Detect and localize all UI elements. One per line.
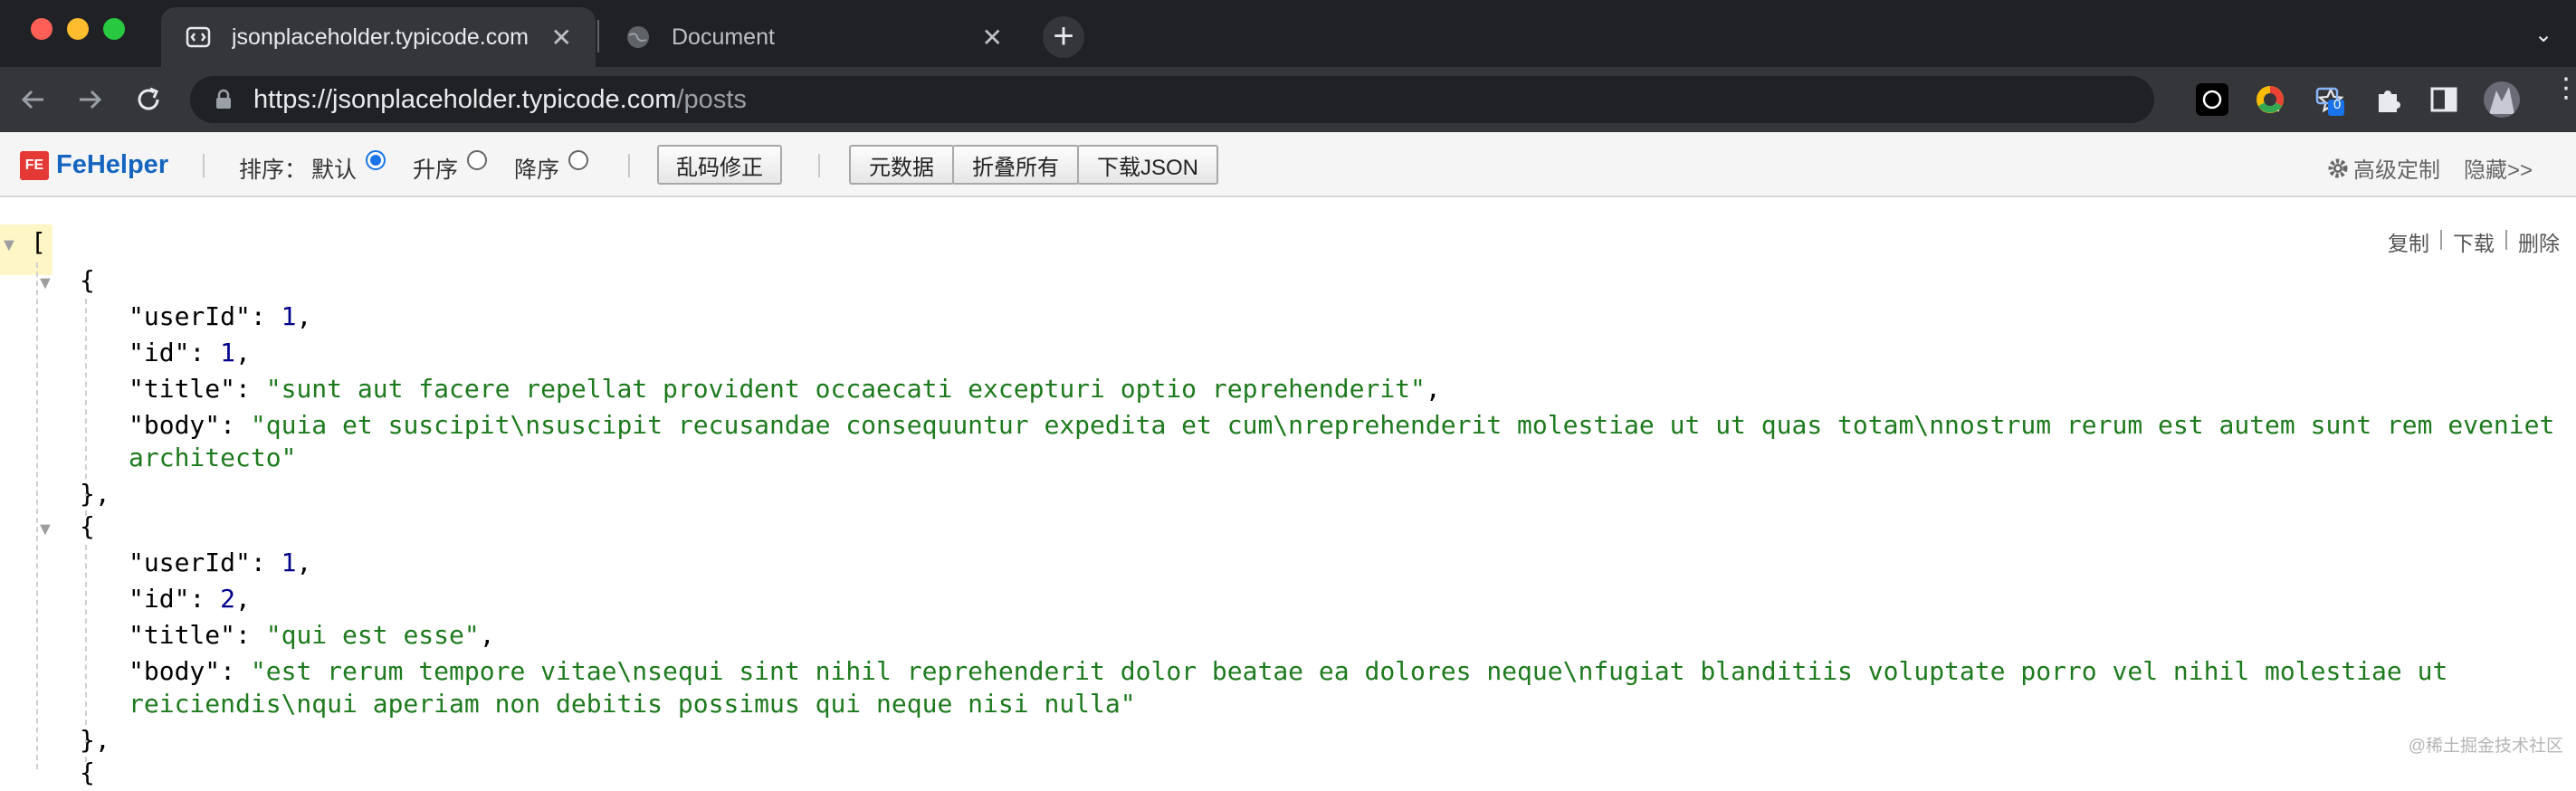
indent-guide: [36, 262, 38, 769]
fehelper-logo[interactable]: FE FeHelper: [20, 150, 168, 180]
side-panel-icon[interactable]: [2428, 83, 2460, 116]
object-close-brace: },: [80, 725, 110, 755]
toolbar-divider: [818, 154, 820, 177]
fehelper-toolbar: FE FeHelper 排序： 默认 升序 降序 乱码修正 元数据 折叠所有 下…: [0, 132, 2576, 197]
toolbar-divider: [203, 154, 205, 177]
toolbar-divider: [628, 154, 630, 177]
json-line-userid: "userId": 1,: [129, 548, 312, 577]
object-open-brace: {: [80, 758, 95, 787]
root-open-bracket: [: [31, 227, 46, 257]
delete-button[interactable]: 删除: [2509, 226, 2569, 257]
extension-counter-icon[interactable]: 0: [2314, 83, 2346, 116]
tab-document[interactable]: Document ✕: [601, 7, 1026, 67]
tab-title: jsonplaceholder.typicode.com: [232, 24, 529, 50]
copy-button[interactable]: 复制: [2379, 226, 2438, 257]
sort-default-radio[interactable]: [366, 150, 386, 170]
fehelper-logo-text: FeHelper: [56, 150, 169, 179]
collapse-all-button[interactable]: 折叠所有: [952, 145, 1079, 185]
globe-icon: [627, 26, 649, 48]
tab-search-chevron-down-icon[interactable]: ⌄: [2534, 22, 2552, 48]
json-line-title: "title": "qui est esse",: [129, 620, 495, 650]
tab-jsonplaceholder[interactable]: jsonplaceholder.typicode.com ✕: [161, 7, 596, 67]
tab-title: Document: [672, 24, 775, 50]
json-line-body-wrap: reiciendis\nqui aperiam non debitis poss…: [129, 689, 1136, 719]
watermark: @稀土掘金技术社区: [2408, 737, 2563, 756]
object-open-brace: {: [80, 511, 95, 541]
fehelper-logo-icon: FE: [20, 150, 49, 180]
lock-icon[interactable]: [212, 88, 235, 111]
metadata-button[interactable]: 元数据: [849, 145, 954, 185]
collapse-root-triangle-icon[interactable]: ▼: [0, 235, 18, 256]
sort-desc-radio[interactable]: [568, 150, 588, 170]
collapse-object-triangle-icon[interactable]: ▼: [36, 519, 54, 540]
url-path: /posts: [676, 84, 747, 114]
download-button[interactable]: 下载: [2444, 226, 2504, 257]
close-tab-icon[interactable]: ✕: [982, 23, 1003, 52]
viewer-actions: 复制 | 下载 | 删除: [2379, 226, 2569, 257]
json-line-body: "body": "est rerum tempore vitae\nsequi …: [129, 656, 2448, 686]
browser-tab-strip: jsonplaceholder.typicode.com ✕ Document …: [0, 0, 2576, 67]
object-close-brace: },: [80, 479, 110, 509]
extensions-puzzle-icon[interactable]: [2371, 83, 2404, 116]
json-line-id: "id": 1,: [129, 338, 251, 367]
json-line-userid: "userId": 1,: [129, 301, 312, 331]
json-line-body-wrap: architecto": [129, 443, 297, 472]
sort-desc-label: 降序: [514, 157, 560, 183]
extension-badge: 0: [2333, 97, 2342, 112]
sort-asc-label: 升序: [413, 157, 459, 183]
json-line-body: "body": "quia et suscipit\nsuscipit recu…: [129, 410, 2555, 440]
object-open-brace: {: [80, 265, 95, 295]
browser-menu-kebab-icon[interactable]: ⋮: [2552, 75, 2576, 102]
close-tab-icon[interactable]: ✕: [551, 23, 572, 52]
gear-icon: [2328, 158, 2348, 177]
json-line-title: "title": "sunt aut facere repellat provi…: [129, 374, 1441, 404]
close-window-button[interactable]: [31, 18, 52, 40]
tab-divider: [597, 20, 599, 52]
hide-toolbar-link[interactable]: 隐藏>>: [2464, 152, 2533, 184]
sort-default-label: 默认: [311, 157, 358, 183]
forward-arrow-icon[interactable]: [72, 81, 109, 118]
download-json-button[interactable]: 下载JSON: [1077, 145, 1218, 185]
url-host: https://jsonplaceholder.typicode.com: [253, 84, 677, 114]
minimize-window-button[interactable]: [67, 18, 89, 40]
json-viewer: 复制 | 下载 | 删除 ▼ [ ▼ { "userId": 1, "id": …: [0, 197, 2576, 787]
back-arrow-icon[interactable]: [14, 81, 51, 118]
collapse-object-triangle-icon[interactable]: ▼: [36, 273, 54, 294]
new-tab-button[interactable]: +: [1043, 16, 1084, 58]
fix-encoding-button[interactable]: 乱码修正: [657, 145, 782, 185]
sort-asc-radio[interactable]: [467, 150, 487, 170]
address-bar[interactable]: https://jsonplaceholder.typicode.com/pos…: [190, 76, 2344, 123]
json-line-id: "id": 2,: [129, 584, 251, 614]
reload-icon[interactable]: [130, 81, 167, 118]
maximize-window-button[interactable]: [103, 18, 125, 40]
advanced-settings-label: 高级定制: [2353, 158, 2440, 183]
advanced-settings-link[interactable]: 高级定制: [2326, 152, 2440, 184]
extension-openai-icon[interactable]: [2196, 83, 2228, 116]
sort-label: 排序：: [239, 157, 308, 183]
browser-toolbar: https://jsonplaceholder.typicode.com/pos…: [0, 67, 2576, 132]
extension-chrome-colors-icon[interactable]: [2254, 83, 2286, 116]
jsonplaceholder-favicon-icon: [186, 26, 211, 48]
profile-avatar[interactable]: [2484, 81, 2520, 118]
